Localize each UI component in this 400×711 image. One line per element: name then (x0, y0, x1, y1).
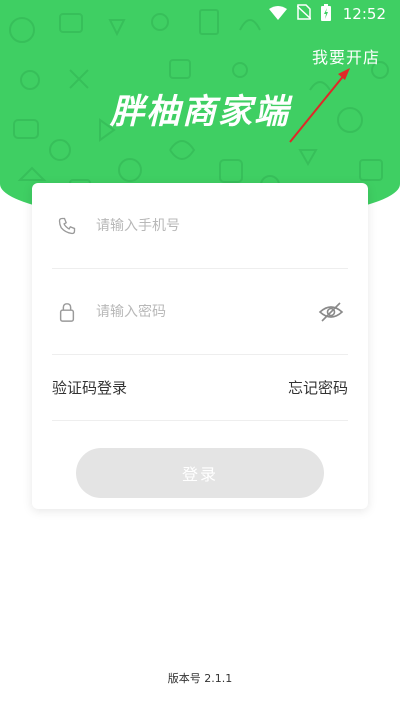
password-field-row (52, 269, 348, 355)
lock-icon (54, 299, 80, 325)
login-card: 验证码登录 忘记密码 登录 (32, 183, 368, 509)
phone-icon (54, 213, 80, 239)
login-options-row: 验证码登录 忘记密码 (52, 355, 348, 421)
password-input[interactable] (96, 303, 296, 320)
forgot-password-link[interactable]: 忘记密码 (288, 377, 348, 398)
sms-login-link[interactable]: 验证码登录 (52, 377, 127, 398)
phone-input[interactable] (96, 217, 296, 234)
eye-off-icon[interactable] (318, 299, 344, 325)
version-label: 版本号 2.1.1 (167, 672, 233, 685)
login-button[interactable]: 登录 (76, 448, 324, 498)
brand-title: 胖柚商家端 (110, 92, 290, 132)
phone-field-row (52, 183, 348, 269)
